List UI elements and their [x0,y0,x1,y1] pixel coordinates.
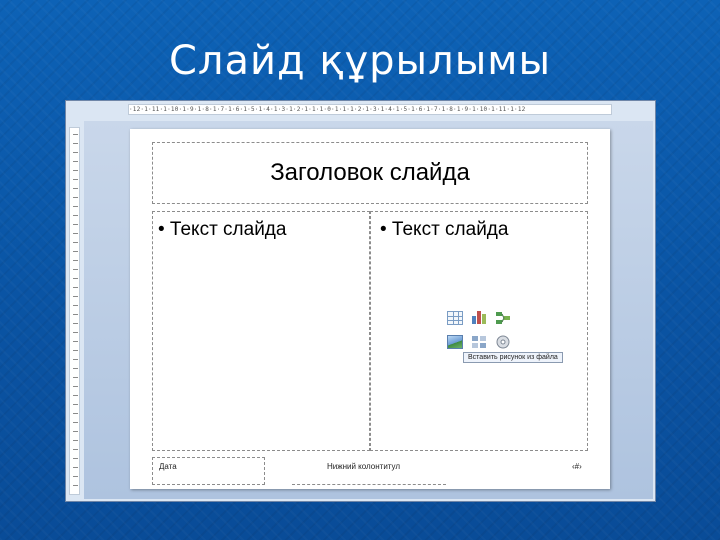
ruler-tick [73,269,78,270]
chart-icon[interactable] [471,310,487,324]
ruler-tick [73,413,78,414]
ruler-tick [73,350,78,351]
ruler-tick [73,161,78,162]
smartart-icon[interactable] [495,311,511,325]
ruler-tick [73,305,78,306]
ruler-tick [73,260,78,261]
ruler-tick [73,467,78,468]
date-text: Дата [159,462,177,471]
ruler-tick [73,431,78,432]
ruler-tick [73,152,78,153]
media-icon[interactable] [495,335,511,349]
insert-content-icons [445,309,515,351]
right-bullet-text: • Текст слайда [380,219,509,240]
ruler-tick [73,242,78,243]
horizontal-ruler: ·12·1·11·1·10·1·9·1·8·1·7·1·6·1·5·1·4·1·… [128,104,612,115]
ruler-tick [73,368,78,369]
ruler-tick [73,197,78,198]
clipart-icon[interactable] [471,335,487,349]
ruler-tick [73,188,78,189]
table-icon[interactable] [447,311,463,325]
ruler-tick [73,206,78,207]
ruler-tick [73,278,78,279]
ruler-tick [73,287,78,288]
ruler-tick [73,359,78,360]
ruler-tick [73,395,78,396]
ruler-tick [73,341,78,342]
slide-title: Заголовок слайда [270,159,470,186]
slide-canvas[interactable]: Заголовок слайда • Текст слайда • Текст … [130,129,610,489]
ruler-tick [73,323,78,324]
left-bullet-text: • Текст слайда [158,219,287,240]
ruler-tick [73,170,78,171]
ruler-tick [73,449,78,450]
ruler-tick [73,440,78,441]
slide-workspace: Заголовок слайда • Текст слайда • Текст … [84,121,653,499]
left-content-placeholder[interactable] [152,211,370,451]
ruler-tick [73,179,78,180]
insert-picture-tooltip: Вставить рисунок из файла [463,352,563,363]
chart-icon-bar [482,314,486,324]
powerpoint-screenshot: ·12·1·11·1·10·1·9·1·8·1·7·1·6·1·5·1·4·1·… [65,100,656,502]
ruler-tick [73,143,78,144]
ruler-tick [73,233,78,234]
ruler-tick [73,251,78,252]
ruler-tick [73,215,78,216]
slide-number-text: ‹#› [572,462,582,471]
ruler-tick [73,485,78,486]
ruler-tick [73,476,78,477]
ruler-tick [73,377,78,378]
chart-icon-bar [472,316,476,324]
ruler-tick [73,314,78,315]
chart-icon-bar [477,311,481,324]
picture-icon[interactable] [447,335,463,349]
ruler-tick [73,224,78,225]
ruler-tick [73,332,78,333]
slide-heading: Слайд құрылымы [168,38,552,84]
ruler-tick [73,296,78,297]
ruler-tick [73,386,78,387]
ruler-tick [73,422,78,423]
ruler-tick [73,458,78,459]
ruler-tick [73,134,78,135]
ruler-tick [73,404,78,405]
footer-text: Нижний колонтитул [327,462,401,471]
vertical-ruler [69,127,80,495]
